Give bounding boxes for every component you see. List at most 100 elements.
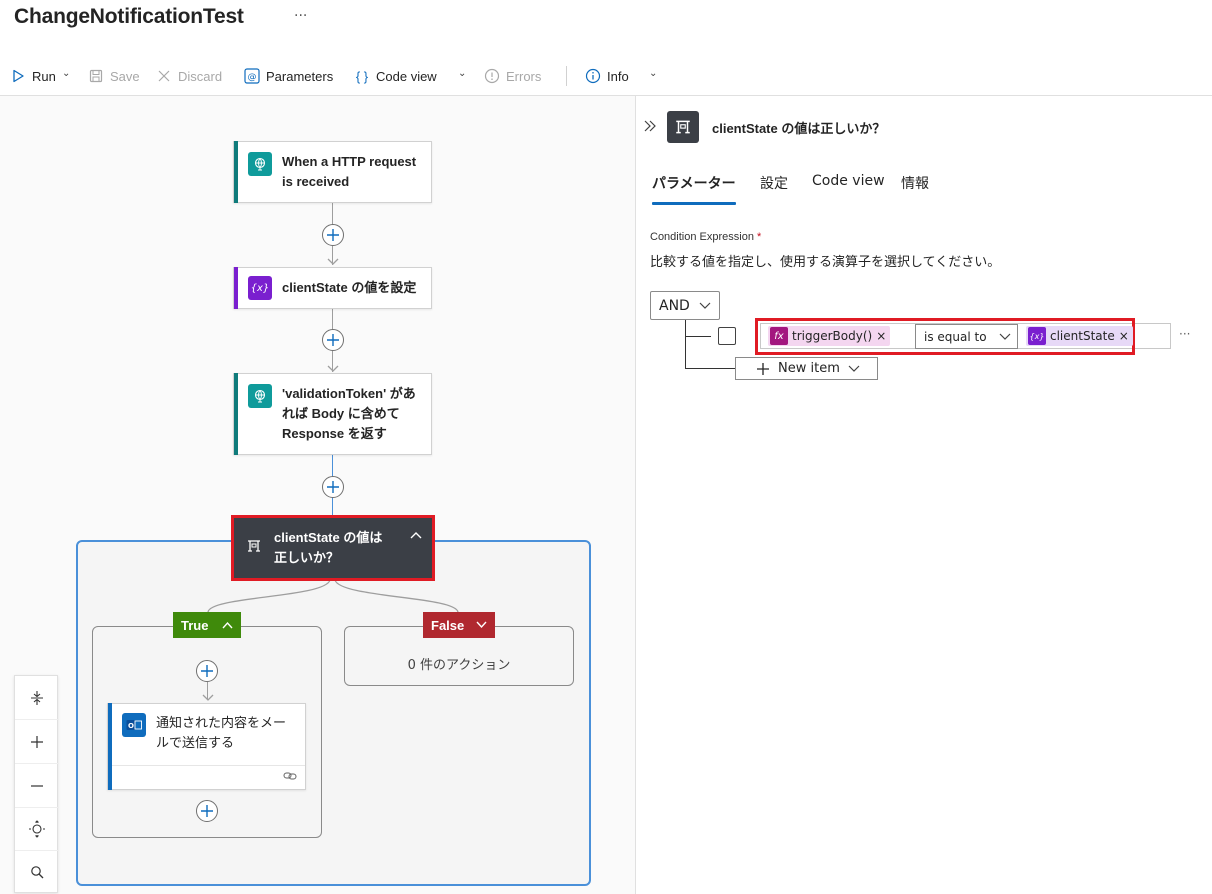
remove-token-icon[interactable]: × (1119, 329, 1129, 343)
tree-line (685, 336, 711, 337)
arrow-icon (202, 694, 214, 701)
tab-parameters[interactable]: パラメーター (652, 173, 736, 193)
add-step-button[interactable] (196, 660, 218, 682)
node-title-line: When a HTTP request (282, 154, 417, 169)
node-accent-bar (234, 141, 238, 203)
parameters-icon: @ (244, 68, 260, 84)
group-operator-dropdown[interactable]: AND (650, 291, 720, 320)
fit-view-button[interactable] (15, 807, 59, 851)
toolbar-divider (566, 66, 567, 86)
save-label: Save (110, 68, 140, 84)
arrow-icon (327, 258, 339, 265)
outlook-icon: O (122, 713, 146, 737)
true-branch-toggle[interactable]: True (173, 612, 241, 638)
false-branch-label: False (431, 617, 465, 633)
new-item-button[interactable]: New item (735, 357, 878, 380)
send-email-node[interactable]: O 通知された内容をメー ルで送信する (107, 703, 306, 790)
fit-vertical-icon (31, 690, 43, 705)
operator-dropdown[interactable]: is equal to (915, 324, 1018, 349)
fit-vertical-button[interactable] (15, 676, 59, 720)
action-title-line: ルで送信する (156, 735, 235, 750)
plus-icon (327, 334, 339, 346)
condition-title-line: 正しいか？ (274, 550, 340, 565)
globe-icon (248, 152, 272, 176)
save-button[interactable]: Save (88, 66, 140, 86)
section-label-text: Condition Expression (650, 231, 754, 243)
discard-button[interactable]: Discard (156, 66, 222, 86)
node-divider (112, 765, 305, 766)
parameters-button[interactable]: @ Parameters (244, 66, 333, 86)
minus-icon (31, 784, 43, 787)
code-view-chevron-down-icon[interactable]: ⌄ (458, 68, 466, 79)
node-accent-bar (108, 703, 112, 790)
run-button[interactable]: Run (10, 66, 56, 86)
node-title-line: clientState の値を設定 (282, 280, 417, 295)
operator-value: is equal to (924, 329, 987, 344)
braces-icon: { } (355, 68, 369, 84)
plus-icon (327, 481, 339, 493)
zoom-out-button[interactable] (15, 764, 59, 808)
add-step-button[interactable] (322, 224, 344, 246)
double-chevron-right-icon (644, 120, 656, 132)
remove-token-icon[interactable]: × (876, 329, 886, 343)
empty-actions-text: 0 件のアクション (407, 658, 511, 673)
add-step-button[interactable] (322, 329, 344, 351)
response-node[interactable]: 'validationToken' があ れば Body に含めて Respon… (233, 373, 432, 455)
code-view-button[interactable]: { } Code view (354, 66, 437, 86)
parameters-label: Parameters (266, 68, 334, 84)
tree-line (685, 368, 735, 369)
row-more-button[interactable]: ··· (1179, 327, 1190, 341)
plus-icon (201, 665, 213, 677)
run-chevron-down-icon[interactable]: ⌄ (62, 68, 70, 79)
node-title-line: れば Body に含めて (282, 406, 400, 421)
chevron-up-icon[interactable] (410, 528, 422, 543)
globe-icon (248, 384, 272, 408)
plus-icon (757, 362, 769, 375)
set-variable-node[interactable]: {x} clientState の値を設定 (233, 267, 432, 309)
condition-title-line: clientState の値は (274, 530, 383, 545)
chevron-down-icon (476, 621, 487, 629)
search-icon (31, 866, 44, 879)
node-title-line: Response を返す (282, 426, 387, 441)
row-checkbox[interactable] (718, 327, 736, 345)
search-button[interactable] (15, 850, 59, 894)
save-icon (88, 69, 104, 83)
false-branch-toggle[interactable]: False (423, 612, 495, 638)
info-chevron-down-icon[interactable]: ⌄ (649, 68, 657, 79)
info-button[interactable]: Info (585, 66, 629, 86)
discard-label: Discard (178, 68, 223, 84)
collapse-panel-button[interactable] (644, 120, 657, 136)
arrow-icon (327, 365, 339, 372)
http-trigger-node[interactable]: When a HTTP request is received (233, 141, 432, 203)
tree-line (685, 320, 686, 368)
info-icon (585, 68, 601, 84)
svg-text:O: O (128, 722, 134, 730)
client-state-token[interactable]: {x} clientState × (1026, 326, 1133, 346)
node-title-line: 'validationToken' があ (282, 386, 416, 401)
function-icon: fx (770, 327, 788, 345)
node-accent-bar (234, 267, 238, 309)
title-more-button[interactable]: ··· (294, 8, 307, 24)
condition-node[interactable]: clientState の値は 正しいか？ (231, 515, 435, 581)
chevron-down-icon (999, 333, 1011, 340)
code-view-label: Code view (376, 68, 437, 84)
add-step-button[interactable] (196, 800, 218, 822)
fit-view-icon (29, 819, 45, 838)
tab-code-view[interactable]: Code view (812, 173, 885, 189)
errors-button[interactable]: Errors (484, 66, 541, 86)
tab-settings[interactable]: 設定 (760, 173, 788, 193)
add-step-button[interactable] (322, 476, 344, 498)
zoom-in-button[interactable] (15, 720, 59, 764)
tab-info[interactable]: 情報 (901, 173, 929, 193)
run-label: Run (32, 68, 56, 84)
true-branch-label: True (181, 617, 209, 633)
chevron-down-icon (699, 302, 711, 309)
info-label: Info (607, 68, 629, 84)
errors-label: Errors (506, 68, 542, 84)
condition-icon (667, 111, 699, 143)
connection-link-icon[interactable] (283, 770, 297, 786)
condition-expression-label: Condition Expression * (650, 231, 761, 243)
required-marker: * (757, 231, 762, 243)
trigger-body-token[interactable]: fx triggerBody() × (768, 326, 891, 346)
panel-title: clientState の値は正しいか？ (712, 121, 886, 136)
